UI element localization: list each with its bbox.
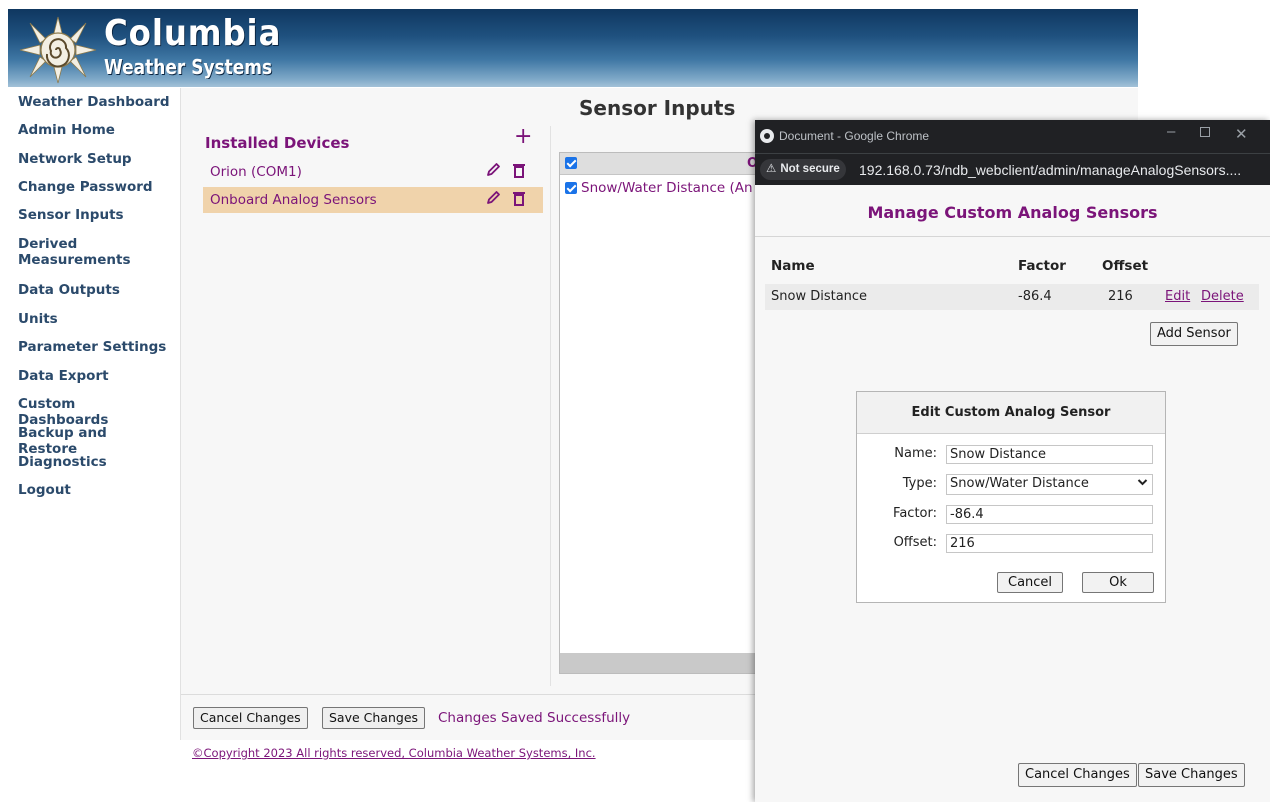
type-select[interactable]: Snow/Water Distance bbox=[946, 474, 1153, 495]
sidebar-item-units[interactable]: Units bbox=[8, 311, 180, 327]
copyright-link[interactable]: ©Copyright 2023 All rights reserved, Col… bbox=[192, 746, 596, 760]
sidebar-item-logout[interactable]: Logout bbox=[8, 482, 180, 498]
column-header-factor: Factor bbox=[1018, 258, 1066, 274]
header-banner: Columbia Weather Systems bbox=[8, 9, 1138, 87]
sensor-offset: 216 bbox=[1108, 289, 1133, 304]
dialog-cancel-button[interactable]: Cancel bbox=[997, 572, 1064, 593]
measurements-scrollbar[interactable] bbox=[560, 653, 788, 673]
delete-sensor-link[interactable]: Delete bbox=[1201, 289, 1244, 304]
dialog-title: Edit Custom Analog Sensor bbox=[857, 392, 1165, 434]
popup-cancel-changes-button[interactable]: Cancel Changes bbox=[1018, 763, 1137, 787]
factor-label: Factor: bbox=[893, 506, 937, 521]
chevron-down-icon bbox=[1137, 479, 1148, 486]
column-header-offset: Offset bbox=[1102, 258, 1149, 274]
sensor-factor: -86.4 bbox=[1018, 289, 1052, 304]
minimize-icon[interactable]: – bbox=[1167, 123, 1175, 140]
sidebar-item-diagnostics[interactable]: Diagnostics bbox=[8, 454, 180, 470]
brand-name: Columbia bbox=[104, 13, 282, 54]
edit-sensor-dialog: Edit Custom Analog Sensor Name: Snow Dis… bbox=[856, 391, 1166, 603]
type-label: Type: bbox=[902, 476, 937, 491]
sidebar-item-backup-and-restore[interactable]: Backup and Restore bbox=[8, 425, 180, 457]
logo-sun-icon bbox=[19, 16, 97, 84]
sidebar-item-weather-dashboard[interactable]: Weather Dashboard bbox=[8, 94, 180, 110]
popup-window: Document - Google Chrome – ✕ ⚠ Not secure… bbox=[755, 120, 1270, 802]
window-title: Document - Google Chrome bbox=[779, 129, 930, 143]
trash-icon[interactable] bbox=[512, 190, 526, 206]
column-header-name: Name bbox=[771, 258, 815, 274]
add-sensor-button[interactable]: Add Sensor bbox=[1150, 322, 1238, 346]
device-label: Onboard Analog Sensors bbox=[210, 192, 377, 208]
sidebar-item-admin-home[interactable]: Admin Home bbox=[8, 122, 180, 138]
page-title: Sensor Inputs bbox=[579, 96, 736, 120]
popup-page-title: Manage Custom Analog Sensors bbox=[755, 185, 1270, 237]
url-text[interactable]: 192.168.0.73/ndb_webclient/admin/manageA… bbox=[859, 162, 1241, 178]
edit-sensor-link[interactable]: Edit bbox=[1165, 289, 1190, 304]
panel-divider bbox=[550, 126, 551, 686]
name-field[interactable]: Snow Distance bbox=[946, 445, 1153, 464]
offset-label: Offset: bbox=[893, 535, 937, 550]
sidebar-item-network-setup[interactable]: Network Setup bbox=[8, 151, 180, 167]
sidebar-item-derived-measurements[interactable]: Derived Measurements bbox=[8, 236, 168, 268]
select-all-checkbox[interactable] bbox=[565, 157, 577, 169]
pencil-icon[interactable] bbox=[485, 162, 501, 178]
offset-field[interactable]: 216 bbox=[946, 534, 1153, 553]
device-row-orion[interactable]: Orion (COM1) bbox=[203, 159, 543, 185]
sidebar-item-custom-dashboards[interactable]: Custom Dashboards bbox=[8, 396, 180, 428]
name-label: Name: bbox=[894, 446, 937, 461]
not-secure-label: Not secure bbox=[780, 163, 840, 175]
installed-devices-heading: Installed Devices bbox=[205, 134, 350, 152]
sidebar-item-data-outputs[interactable]: Data Outputs bbox=[8, 282, 180, 298]
popup-save-changes-button[interactable]: Save Changes bbox=[1138, 763, 1245, 787]
address-bar: ⚠ Not secure 192.168.0.73/ndb_webclient/a… bbox=[755, 153, 1270, 185]
chrome-icon bbox=[760, 129, 774, 143]
type-selected-value: Snow/Water Distance bbox=[950, 476, 1089, 491]
table-row: Snow Distance -86.4 216 Edit Delete bbox=[765, 284, 1259, 310]
add-device-plus-icon[interactable]: + bbox=[514, 126, 532, 148]
warning-icon: ⚠ bbox=[766, 163, 777, 175]
dialog-ok-button[interactable]: Ok bbox=[1082, 572, 1154, 593]
maximize-icon[interactable] bbox=[1200, 127, 1210, 137]
factor-field[interactable]: -86.4 bbox=[946, 505, 1153, 524]
save-changes-button[interactable]: Save Changes bbox=[322, 707, 426, 729]
device-label: Orion (COM1) bbox=[210, 164, 302, 180]
pencil-icon[interactable] bbox=[485, 190, 501, 206]
sensor-name: Snow Distance bbox=[771, 289, 868, 304]
measurement-checkbox[interactable] bbox=[565, 182, 577, 194]
sidebar-item-parameter-settings[interactable]: Parameter Settings bbox=[8, 339, 180, 355]
not-secure-badge[interactable]: ⚠ Not secure bbox=[760, 159, 846, 180]
sidebar-item-sensor-inputs[interactable]: Sensor Inputs bbox=[8, 207, 180, 223]
measurements-header: O bbox=[560, 153, 788, 175]
window-titlebar: Document - Google Chrome – ✕ bbox=[755, 120, 1270, 153]
measurement-row-label[interactable]: Snow/Water Distance (An bbox=[581, 180, 753, 196]
brand-subtitle: Weather Systems bbox=[104, 55, 273, 79]
status-message: Changes Saved Successfully bbox=[438, 710, 631, 726]
sidebar-item-change-password[interactable]: Change Password bbox=[8, 179, 180, 195]
close-icon[interactable]: ✕ bbox=[1235, 125, 1248, 143]
device-row-onboard-analog-sensors[interactable]: Onboard Analog Sensors bbox=[203, 187, 543, 213]
cancel-changes-button[interactable]: Cancel Changes bbox=[193, 707, 308, 729]
trash-icon[interactable] bbox=[512, 162, 526, 178]
sidebar-item-data-export[interactable]: Data Export bbox=[8, 368, 180, 384]
